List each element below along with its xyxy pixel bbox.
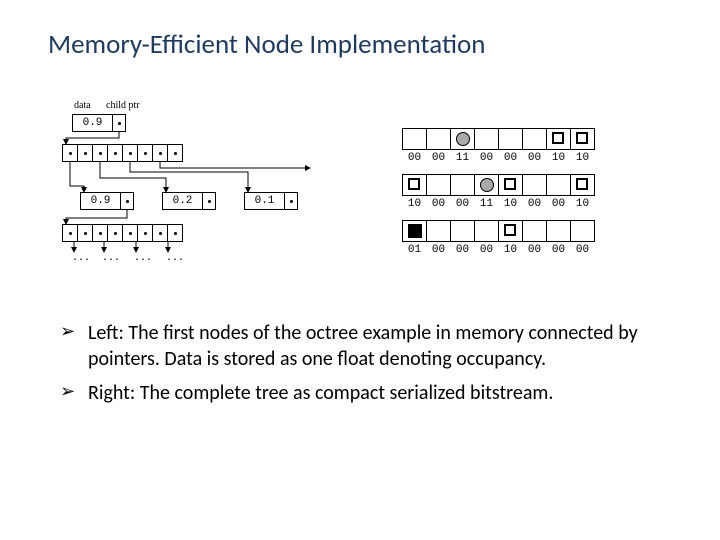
bitstream-cell (522, 220, 547, 242)
bitstream-cell (570, 128, 595, 150)
bitstream-cell (474, 128, 499, 150)
bitstream-bits: 10 (570, 198, 595, 210)
node2c-data: 0.1 (244, 192, 284, 210)
bitstream-cell (402, 174, 427, 196)
bitstream-bits: 11 (474, 198, 499, 210)
bitstream-cell (522, 174, 547, 196)
node1-ptr (112, 114, 126, 132)
bitstream-cell (570, 220, 595, 242)
ellipsis-4: ... (166, 252, 184, 263)
bitstream-bits: 00 (426, 244, 451, 256)
bitstream-bits: 00 (474, 244, 499, 256)
bitstream-cell (522, 128, 547, 150)
left-diagram: data child ptr 0.9 0.9 0.2 0.1 (62, 100, 362, 290)
bitstream-bits: 10 (546, 152, 571, 164)
square-outline-icon (504, 178, 516, 190)
node1-data: 0.9 (72, 114, 112, 132)
node2b-ptr (202, 192, 216, 210)
square-outline-icon (504, 224, 516, 236)
label-data: data (74, 100, 91, 111)
node2a-ptr (120, 192, 134, 210)
bitstream-bits: 00 (546, 198, 571, 210)
bitstream-cell (498, 220, 523, 242)
bitstream-bits: 10 (402, 198, 427, 210)
bitstream-cell (426, 220, 451, 242)
bitstream-bits: 01 (402, 244, 427, 256)
ellipsis-2: ... (102, 252, 120, 263)
bullet-list: Left: The first nodes of the octree exam… (60, 320, 660, 414)
bullet-1: Left: The first nodes of the octree exam… (60, 320, 660, 372)
square-outline-icon (576, 178, 588, 190)
node2b-data: 0.2 (162, 192, 202, 210)
bitstream-bits: 00 (570, 244, 595, 256)
ellipsis-1: ... (72, 252, 90, 263)
bitstream-bits: 10 (498, 244, 523, 256)
bitstream-bits: 00 (498, 152, 523, 164)
square-black-icon (408, 224, 422, 238)
diagram-area: data child ptr 0.9 0.9 0.2 0.1 (62, 100, 662, 290)
bitstream-bits: 00 (522, 198, 547, 210)
bitstream-cell (474, 174, 499, 196)
square-outline-icon (576, 132, 588, 144)
bitstream-cell (402, 128, 427, 150)
bitstream-cell (498, 128, 523, 150)
bitstream-bits: 00 (426, 152, 451, 164)
bitstream-cell (450, 174, 475, 196)
bullet-2: Right: The complete tree as compact seri… (60, 380, 660, 406)
bitstream-bits: 00 (402, 152, 427, 164)
bitstream-cell (570, 174, 595, 196)
bitstream-cell (426, 128, 451, 150)
bitstream-cell (474, 220, 499, 242)
slide-title: Memory-Efficient Node Implementation (48, 28, 485, 61)
bitstream-bits: 00 (522, 244, 547, 256)
label-childptr: child ptr (106, 100, 140, 111)
bitstream-bits: 10 (498, 198, 523, 210)
square-outline-icon (408, 178, 420, 190)
right-diagram: 0000110000001010100000111000001001000000… (402, 128, 652, 278)
bitstream-cell (546, 220, 571, 242)
ellipsis-3: ... (134, 252, 152, 263)
bitstream-cell (450, 128, 475, 150)
bitstream-bits: 00 (522, 152, 547, 164)
bitstream-cell (546, 128, 571, 150)
bitstream-bits: 00 (450, 244, 475, 256)
bitstream-bits: 00 (474, 152, 499, 164)
bitstream-bits: 00 (450, 198, 475, 210)
bitstream-cell (450, 220, 475, 242)
bitstream-bits: 11 (450, 152, 475, 164)
bitstream-bits: 10 (570, 152, 595, 164)
square-outline-icon (552, 132, 564, 144)
bitstream-bits: 00 (426, 198, 451, 210)
node2c-ptr (284, 192, 298, 210)
bitstream-cell (426, 174, 451, 196)
bitstream-cell (498, 174, 523, 196)
bitstream-bits: 00 (546, 244, 571, 256)
node2a-data: 0.9 (80, 192, 120, 210)
circle-gray-icon (480, 178, 494, 192)
bitstream-cell (402, 220, 427, 242)
circle-gray-icon (456, 132, 470, 146)
bitstream-cell (546, 174, 571, 196)
